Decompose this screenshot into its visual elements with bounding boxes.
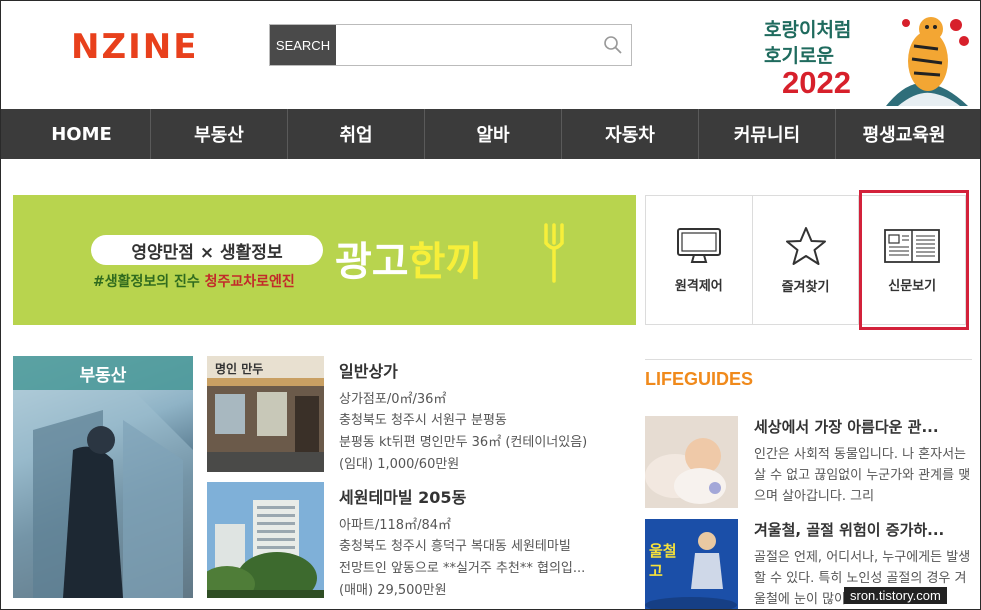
monitor-icon [676, 227, 721, 263]
site-logo[interactable]: NZINE [71, 27, 198, 67]
quick-favorites-label: 즐겨찾기 [781, 279, 830, 295]
lifeguides-heading: LIFEGUIDES [645, 369, 754, 389]
search-bar: SEARCH [269, 24, 632, 66]
new-year-promo[interactable]: 호랑이처럼 호기로운 2022 [758, 11, 978, 109]
quick-menu: 원격제어 즐겨찾기 신문보기 [645, 195, 966, 325]
listing-title[interactable]: 세원테마빌 205동 [339, 484, 466, 508]
newspaper-icon [884, 228, 941, 263]
star-icon [785, 226, 826, 265]
listing-desc: 전망트인 앞동으로 **실거주 추천** 협의입... [339, 561, 586, 576]
quick-favorites[interactable]: 즐겨찾기 [751, 196, 859, 324]
guide-photo-caption: 울철 고 [649, 542, 677, 580]
ad-headline: 광고한끼 [335, 229, 482, 287]
ad-pill-text: 영양만점 × 생활정보 [91, 235, 323, 265]
promo-line1: 호랑이처럼 [764, 19, 852, 41]
nav-jobs[interactable]: 취업 [287, 109, 424, 159]
guide-text: 인간은 사회적 동물입니다. 나 혼자서는 살 수 없고 끊임없이 누군가와 관… [754, 447, 971, 504]
ad-subtitle: #생활정보의 진수 청주교차로엔진 [93, 271, 295, 291]
listing-photo [207, 482, 324, 598]
nav-community[interactable]: 커뮤니티 [698, 109, 835, 159]
fork-icon [544, 223, 564, 283]
guide-title[interactable]: 겨울철, 골절 위험이 증가하... [754, 519, 944, 540]
ad-headline-yellow: 한끼 [408, 239, 483, 285]
building-photo [13, 390, 193, 598]
ad-sub-a: #생활정보의 진수 [93, 274, 200, 290]
listing-title[interactable]: 일반상가 [339, 358, 398, 382]
quick-newspaper[interactable]: 신문보기 [858, 196, 965, 324]
main-nav: HOME 부동산 취업 알바 자동차 커뮤니티 평생교육원 [1, 109, 980, 159]
nav-parttime[interactable]: 알바 [424, 109, 561, 159]
listing-item[interactable]: 명인 만두 일반상가 상가점포/0㎡/36㎡ 충청북도 청주시 서원구 분평동 … [207, 356, 627, 472]
watermark: sron.tistory.com [844, 587, 947, 604]
realestate-tag: 부동산 [13, 356, 193, 390]
quick-remote-control[interactable]: 원격제어 [646, 196, 752, 324]
ad-sub-b: 청주교차로엔진 [204, 274, 295, 290]
nav-realestate[interactable]: 부동산 [150, 109, 287, 159]
quick-newspaper-label: 신문보기 [888, 278, 937, 294]
listing-item[interactable]: 세원테마빌 205동 아파트/118㎡/84㎡ 충청북도 청주시 흥덕구 복대동… [207, 482, 627, 598]
nav-home[interactable]: HOME [13, 109, 150, 159]
listing-type: 아파트/118㎡/84㎡ [339, 518, 451, 533]
listing-price: (임대) 1,000/60만원 [339, 457, 460, 472]
ad-headline-white: 광고 [335, 239, 409, 285]
search-input[interactable] [336, 25, 595, 65]
search-label: SEARCH [270, 25, 336, 65]
guide-photo [645, 416, 738, 508]
divider [645, 359, 972, 360]
nav-education[interactable]: 평생교육원 [835, 109, 972, 159]
listing-photo-sign: 명인 만두 [215, 362, 264, 376]
promo-year: 2022 [782, 65, 851, 100]
promo-line2: 호기로운 [764, 45, 834, 67]
tiger-illustration [886, 17, 969, 106]
quick-remote-label: 원격제어 [674, 278, 723, 294]
guide-title[interactable]: 세상에서 가장 아름다운 관... [754, 416, 939, 437]
listing-desc: 분평동 kt뒤편 명인만두 36㎡ (컨테이너있음) [339, 435, 588, 450]
search-button[interactable] [595, 25, 631, 65]
nav-cars[interactable]: 자동차 [561, 109, 698, 159]
ad-banner[interactable]: 영양만점 × 생활정보 #생활정보의 진수 청주교차로엔진 광고한끼 [13, 195, 636, 325]
listing-address: 충청북도 청주시 서원구 분평동 [339, 413, 507, 428]
listing-price: (매매) 29,500만원 [339, 583, 447, 598]
listing-address: 충청북도 청주시 흥덕구 복대동 세원테마빌 [339, 539, 571, 554]
search-icon [604, 36, 622, 54]
page-frame: NZINE SEARCH 호랑이처럼 호기로운 2022 HOME 부동산 취업… [0, 0, 981, 610]
listing-type: 상가점포/0㎡/36㎡ [339, 392, 447, 407]
realestate-thumbnail[interactable]: 부동산 [13, 356, 193, 598]
